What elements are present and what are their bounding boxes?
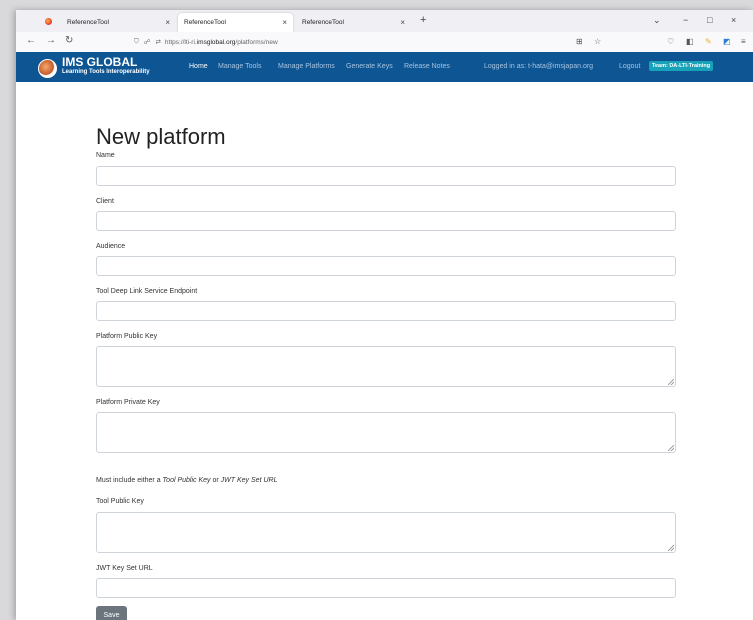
logged-in-text: Logged in as: t-hata@imsjapan.org: [484, 63, 594, 70]
pocket-icon[interactable]: ♡: [667, 37, 674, 46]
ims-logo-icon[interactable]: [38, 59, 57, 78]
page-title: New platform: [96, 124, 226, 149]
list-tabs-icon[interactable]: ⌄: [653, 15, 661, 26]
puzzle-icon[interactable]: ◩: [723, 37, 731, 46]
bookmark-star-icon[interactable]: ☆: [594, 37, 601, 46]
browser-tab-1[interactable]: ReferenceTool ×: [61, 13, 176, 32]
client-input[interactable]: [96, 211, 676, 231]
platform-private-key-textarea[interactable]: [96, 412, 676, 453]
tool-public-key-textarea[interactable]: [96, 512, 676, 553]
back-icon[interactable]: ←: [26, 35, 36, 46]
audience-label: Audience: [96, 243, 126, 250]
browser-window: ReferenceTool × ReferenceTool × Referenc…: [16, 10, 753, 620]
reload-icon[interactable]: ↻: [65, 35, 73, 46]
jwks-url-label: JWT Key Set URL: [96, 565, 153, 572]
app-header: IMS GLOBAL Learning Tools Interoperabili…: [16, 52, 753, 82]
nav-manage-platforms[interactable]: Manage Platforms: [278, 63, 335, 70]
nav-home[interactable]: Home: [189, 63, 208, 70]
deep-link-label: Tool Deep Link Service Endpoint: [96, 288, 198, 295]
browser-toolbar: ← → ↻ ⛉ ☍ ⇄ https://lti-ri.imsglobal.org…: [16, 32, 753, 53]
url-text: https://lti-ri.imsglobal.org/platforms/n…: [164, 38, 278, 46]
logout-link[interactable]: Logout: [619, 63, 640, 70]
audience-input[interactable]: [96, 256, 676, 276]
jwks-url-input[interactable]: [96, 578, 676, 598]
platform-public-key-textarea[interactable]: [96, 346, 676, 387]
browser-tab-2[interactable]: ReferenceTool ×: [178, 13, 293, 32]
name-input[interactable]: [96, 166, 676, 186]
name-label: Name: [96, 152, 115, 159]
resize-handle-icon[interactable]: [668, 545, 674, 551]
resize-handle-icon[interactable]: [668, 445, 674, 451]
deep-link-input[interactable]: [96, 301, 676, 321]
connection-icon[interactable]: ⇄: [155, 38, 160, 46]
close-tab-icon[interactable]: ×: [165, 18, 170, 27]
close-tab-icon[interactable]: ×: [282, 18, 287, 27]
platform-public-key-label: Platform Public Key: [96, 333, 158, 340]
translate-icon[interactable]: ⊞: [576, 37, 583, 46]
tab-title: ReferenceTool: [302, 19, 344, 26]
nav-generate-keys[interactable]: Generate Keys: [346, 63, 393, 70]
resize-handle-icon[interactable]: [668, 379, 674, 385]
close-tab-icon[interactable]: ×: [400, 18, 405, 27]
new-tab-button[interactable]: +: [420, 14, 426, 26]
broom-icon[interactable]: ✎: [705, 37, 712, 46]
brand-subtitle: Learning Tools Interoperability: [62, 69, 150, 75]
restore-button[interactable]: □: [707, 15, 712, 25]
minimize-button[interactable]: −: [683, 15, 688, 25]
brand[interactable]: IMS GLOBAL Learning Tools Interoperabili…: [62, 56, 150, 75]
team-badge[interactable]: Team: DA-LTI-Training: [649, 61, 714, 71]
address-bar[interactable]: ⛉ ☍ ⇄ https://lti-ri.imsglobal.org/platf…: [134, 35, 624, 49]
platform-private-key-label: Platform Private Key: [96, 399, 160, 406]
tool-public-key-label: Tool Public Key: [96, 498, 144, 505]
close-window-button[interactable]: ×: [731, 15, 736, 25]
nav-release-notes[interactable]: Release Notes: [404, 63, 450, 70]
tab-title: ReferenceTool: [67, 19, 109, 26]
extension-icon[interactable]: ◧: [686, 37, 694, 46]
tab-title: ReferenceTool: [184, 19, 226, 26]
forward-icon[interactable]: →: [46, 35, 56, 46]
tab-strip: ReferenceTool × ReferenceTool × Referenc…: [16, 10, 753, 32]
shield-icon[interactable]: ⛉: [134, 38, 139, 46]
firefox-icon[interactable]: [45, 18, 52, 25]
menu-icon[interactable]: ≡: [741, 37, 746, 46]
key-requirement-note: Must include either a Tool Public Key or…: [96, 477, 278, 484]
client-label: Client: [96, 198, 114, 205]
lock-icon[interactable]: ☍: [144, 38, 151, 46]
browser-tab-3[interactable]: ReferenceTool ×: [296, 13, 411, 32]
nav-manage-tools[interactable]: Manage Tools: [218, 63, 261, 70]
brand-title: IMS GLOBAL: [62, 55, 138, 69]
save-button[interactable]: Save: [96, 606, 127, 620]
